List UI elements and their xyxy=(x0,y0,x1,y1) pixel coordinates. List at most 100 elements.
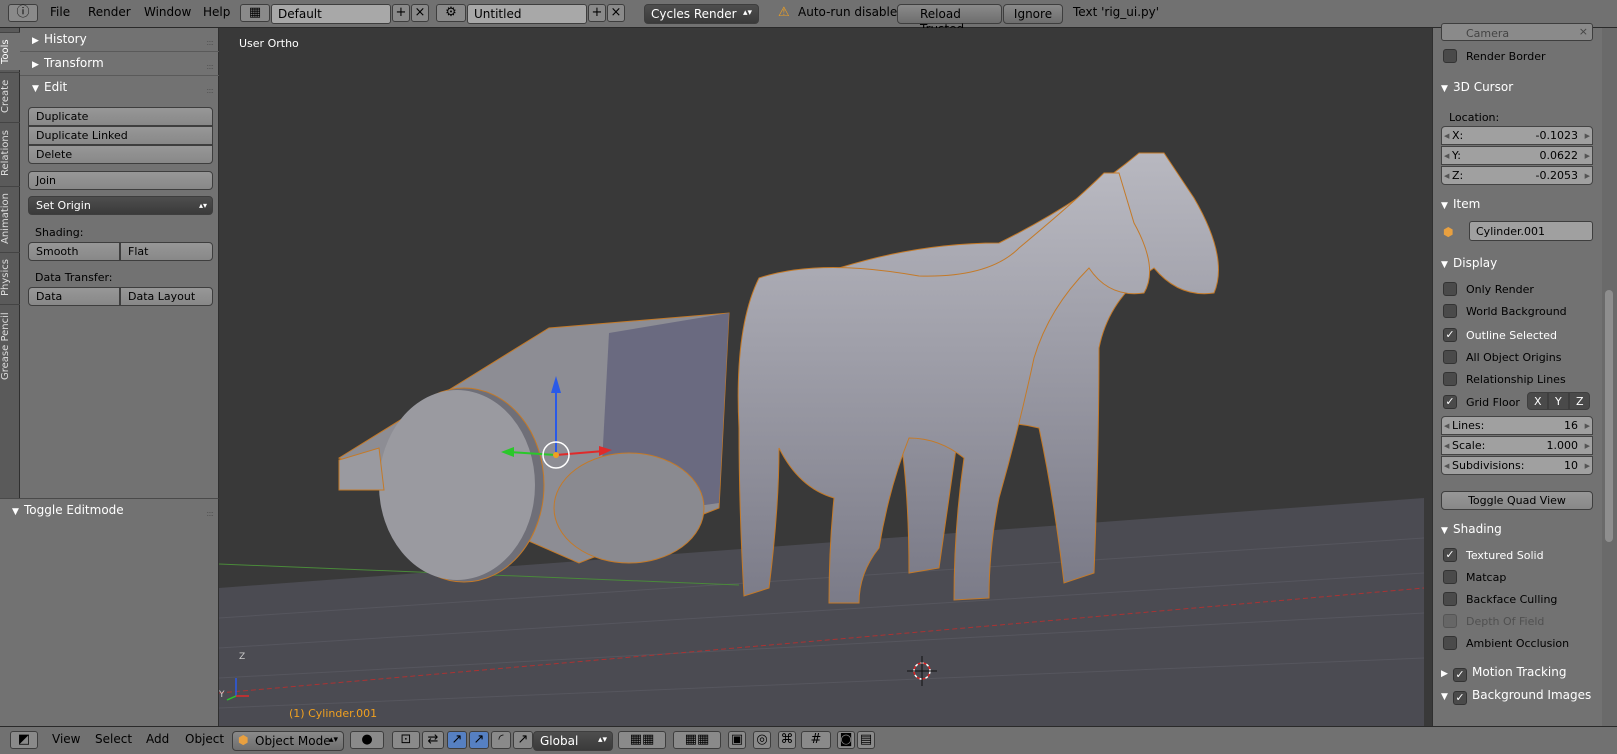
join-button[interactable]: Join xyxy=(28,171,213,190)
delete-button[interactable]: Delete xyxy=(28,145,213,164)
text-status: Text 'rig_ui.py' xyxy=(1073,5,1160,19)
menu-object[interactable]: Object xyxy=(185,732,224,746)
toggle-editmode-header[interactable]: ▼ Toggle Editmode:::: xyxy=(0,499,219,523)
3d-cursor-header[interactable]: ▼ 3D Cursor xyxy=(1433,75,1603,99)
tab-create[interactable]: Create xyxy=(0,72,20,120)
ambient-occlusion-label: Ambient Occlusion xyxy=(1466,637,1570,650)
grid-lines-field[interactable]: ◀ Lines: 16 ▶ xyxy=(1441,416,1593,435)
display-header[interactable]: ▼ Display xyxy=(1433,251,1603,275)
remove-screen-icon[interactable]: × xyxy=(411,4,429,22)
data-layout-button[interactable]: Data Layout xyxy=(120,287,213,306)
tab-animation[interactable]: Animation xyxy=(0,186,20,250)
textured-solid-checkbox[interactable]: ✓ xyxy=(1443,548,1457,562)
menu-file[interactable]: File xyxy=(50,5,70,19)
menu-render[interactable]: Render xyxy=(88,5,131,19)
grid-subdivisions-field[interactable]: ◀ Subdivisions: 10 ▶ xyxy=(1441,456,1593,475)
menu-view[interactable]: View xyxy=(52,732,80,746)
add-screen-icon[interactable]: + xyxy=(392,4,410,22)
screen-layout-icon[interactable]: ▦ xyxy=(240,4,270,22)
object-name-field[interactable]: Cylinder.001 xyxy=(1469,221,1593,241)
render-animation-icon[interactable]: ▤ xyxy=(857,731,875,749)
pivot-point-icon[interactable]: ⊡ xyxy=(392,731,420,749)
rotate-arc-icon[interactable]: ◜ xyxy=(491,731,511,749)
motion-tracking-header[interactable]: ▶ ✓ Motion Tracking xyxy=(1433,660,1603,684)
editor-type-info-icon[interactable]: ⓘ xyxy=(8,4,38,22)
toggle-quad-view-button[interactable]: Toggle Quad View xyxy=(1441,491,1593,510)
properties-scrollbar[interactable] xyxy=(1602,28,1617,726)
scene-icon[interactable]: ⚙ xyxy=(436,4,466,22)
tool-shelf-tabs: Tools Create Relations Animation Physics… xyxy=(0,28,20,498)
tab-tools[interactable]: Tools xyxy=(0,32,20,70)
smooth-button[interactable]: Smooth xyxy=(28,242,120,261)
backface-culling-checkbox[interactable] xyxy=(1443,592,1457,606)
grid-axis-y-toggle[interactable]: Y xyxy=(1548,392,1569,410)
edit-panel-header[interactable]: ▼ Edit:::: xyxy=(20,76,219,100)
cursor-y-field[interactable]: ◀ Y: 0.0622 ▶ xyxy=(1441,146,1593,165)
grid-scale-field[interactable]: ◀ Scale: 1.000 ▶ xyxy=(1441,436,1593,455)
render-border-checkbox[interactable] xyxy=(1443,49,1457,63)
cursor-z-field[interactable]: ◀ Z: -0.2053 ▶ xyxy=(1441,166,1593,185)
manipulator-toggle-icon[interactable]: ⇄ xyxy=(422,731,444,749)
shading-label: Shading: xyxy=(35,226,84,239)
ignore-button[interactable]: Ignore xyxy=(1003,4,1063,24)
remove-scene-icon[interactable]: × xyxy=(607,4,625,22)
grid-axis-x-toggle[interactable]: X xyxy=(1527,392,1548,410)
menu-select[interactable]: Select xyxy=(95,732,132,746)
editor-type-3d-icon[interactable]: ◩ xyxy=(10,731,38,749)
3d-viewport[interactable]: Z Y User Ortho (1) Cylinder.001 xyxy=(219,28,1424,726)
matcap-checkbox[interactable] xyxy=(1443,570,1457,584)
orientation-dropdown[interactable]: Global ▴▾ xyxy=(533,731,613,751)
render-engine-dropdown[interactable]: Cycles Render ▴▾ xyxy=(644,4,759,24)
layers-grid-2-icon[interactable]: ▦▦ xyxy=(673,731,721,749)
viewport-scene xyxy=(219,152,1424,726)
outline-selected-checkbox[interactable]: ✓ xyxy=(1443,328,1457,342)
mode-dropdown[interactable]: ⬢ Object Mode ▴▾ xyxy=(232,731,344,751)
tab-physics[interactable]: Physics xyxy=(0,252,20,302)
matcap-label: Matcap xyxy=(1466,571,1507,584)
rotate-icon[interactable]: ↗ xyxy=(469,731,489,749)
data-button[interactable]: Data xyxy=(28,287,120,306)
add-scene-icon[interactable]: + xyxy=(588,4,606,22)
duplicate-linked-button[interactable]: Duplicate Linked xyxy=(28,126,213,145)
history-panel-header[interactable]: ▶ History:::: xyxy=(20,28,219,52)
depth-of-field-checkbox[interactable] xyxy=(1443,614,1457,628)
render-still-icon[interactable]: ◙ xyxy=(837,731,855,749)
translate-icon[interactable]: ↗ xyxy=(447,731,467,749)
transform-panel-header[interactable]: ▶ Transform:::: xyxy=(20,52,219,76)
scrollbar-thumb[interactable] xyxy=(1605,290,1613,542)
lock-camera-icon[interactable]: ▣ xyxy=(728,731,746,749)
screen-layout-field[interactable]: Default xyxy=(271,4,391,24)
all-object-origins-label: All Object Origins xyxy=(1466,351,1562,364)
cart-object[interactable] xyxy=(337,312,730,583)
snap-magnet-icon[interactable]: ⌘ xyxy=(778,731,796,749)
ambient-occlusion-checkbox[interactable] xyxy=(1443,636,1457,650)
scale-icon[interactable]: ↗ xyxy=(513,731,533,749)
relationship-lines-checkbox[interactable] xyxy=(1443,372,1457,386)
proportional-edit-icon[interactable]: ◎ xyxy=(753,731,771,749)
all-object-origins-checkbox[interactable] xyxy=(1443,350,1457,364)
set-origin-dropdown[interactable]: Set Origin ▴▾ xyxy=(28,196,213,215)
only-render-checkbox[interactable] xyxy=(1443,282,1457,296)
item-header[interactable]: ▼ Item xyxy=(1433,192,1603,216)
layers-grid-1-icon[interactable]: ▦▦ xyxy=(618,731,666,749)
tab-grease-pencil[interactable]: Grease Pencil xyxy=(0,304,20,388)
shading-header[interactable]: ▼ Shading xyxy=(1433,517,1603,541)
camera-field[interactable]: Camera × xyxy=(1441,23,1593,41)
snap-element-icon[interactable]: # xyxy=(801,731,831,749)
grid-axis-z-toggle[interactable]: Z xyxy=(1569,392,1590,410)
cursor-x-field[interactable]: ◀ X: -0.1023 ▶ xyxy=(1441,126,1593,145)
flat-button[interactable]: Flat xyxy=(120,242,213,261)
menu-help[interactable]: Help xyxy=(203,5,230,19)
reload-trusted-button[interactable]: Reload Trusted xyxy=(897,4,1002,36)
axis-z-label: Z xyxy=(239,652,246,662)
world-background-checkbox[interactable] xyxy=(1443,304,1457,318)
grid-floor-checkbox[interactable]: ✓ xyxy=(1443,395,1457,409)
scene-field[interactable]: Untitled xyxy=(467,4,587,24)
menu-add[interactable]: Add xyxy=(146,732,169,746)
duplicate-button[interactable]: Duplicate xyxy=(28,107,213,126)
menu-window[interactable]: Window xyxy=(144,5,191,19)
background-images-header[interactable]: ▼ ✓ Background Images xyxy=(1433,683,1603,707)
tab-relations[interactable]: Relations xyxy=(0,122,20,184)
viewport-shading-icon[interactable]: ● xyxy=(350,731,384,749)
tool-shelf: ▶ History:::: ▶ Transform:::: ▼ Edit:::: Du… xyxy=(20,28,219,498)
